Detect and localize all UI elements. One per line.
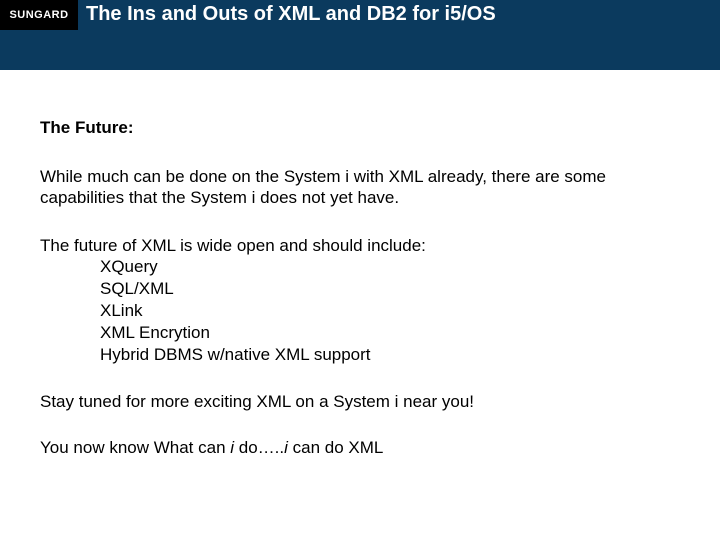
brand-logo-text: SUNGARD — [9, 9, 68, 21]
list-intro: The future of XML is wide open and shoul… — [40, 235, 680, 256]
closing-text: can do XML — [288, 438, 383, 457]
brand-logo: SUNGARD — [0, 0, 78, 30]
closing-line-2: You now know What can i do…..i can do XM… — [40, 438, 680, 458]
list-item: Hybrid DBMS w/native XML support — [100, 344, 680, 366]
slide-body: The Future: While much can be done on th… — [0, 70, 720, 458]
slide-title: The Ins and Outs of XML and DB2 for i5/O… — [78, 0, 496, 26]
slide-header: SUNGARD The Ins and Outs of XML and DB2 … — [0, 0, 720, 70]
list-item: XLink — [100, 300, 680, 322]
list-item: SQL/XML — [100, 278, 680, 300]
list-item: XML Encrytion — [100, 322, 680, 344]
feature-list: XQuery SQL/XML XLink XML Encrytion Hybri… — [40, 256, 680, 366]
section-heading: The Future: — [40, 118, 680, 138]
intro-paragraph: While much can be done on the System i w… — [40, 166, 680, 209]
list-item: XQuery — [100, 256, 680, 278]
closing-text: do….. — [234, 438, 284, 457]
closing-line-1: Stay tuned for more exciting XML on a Sy… — [40, 392, 680, 412]
closing-text: You now know What can — [40, 438, 230, 457]
